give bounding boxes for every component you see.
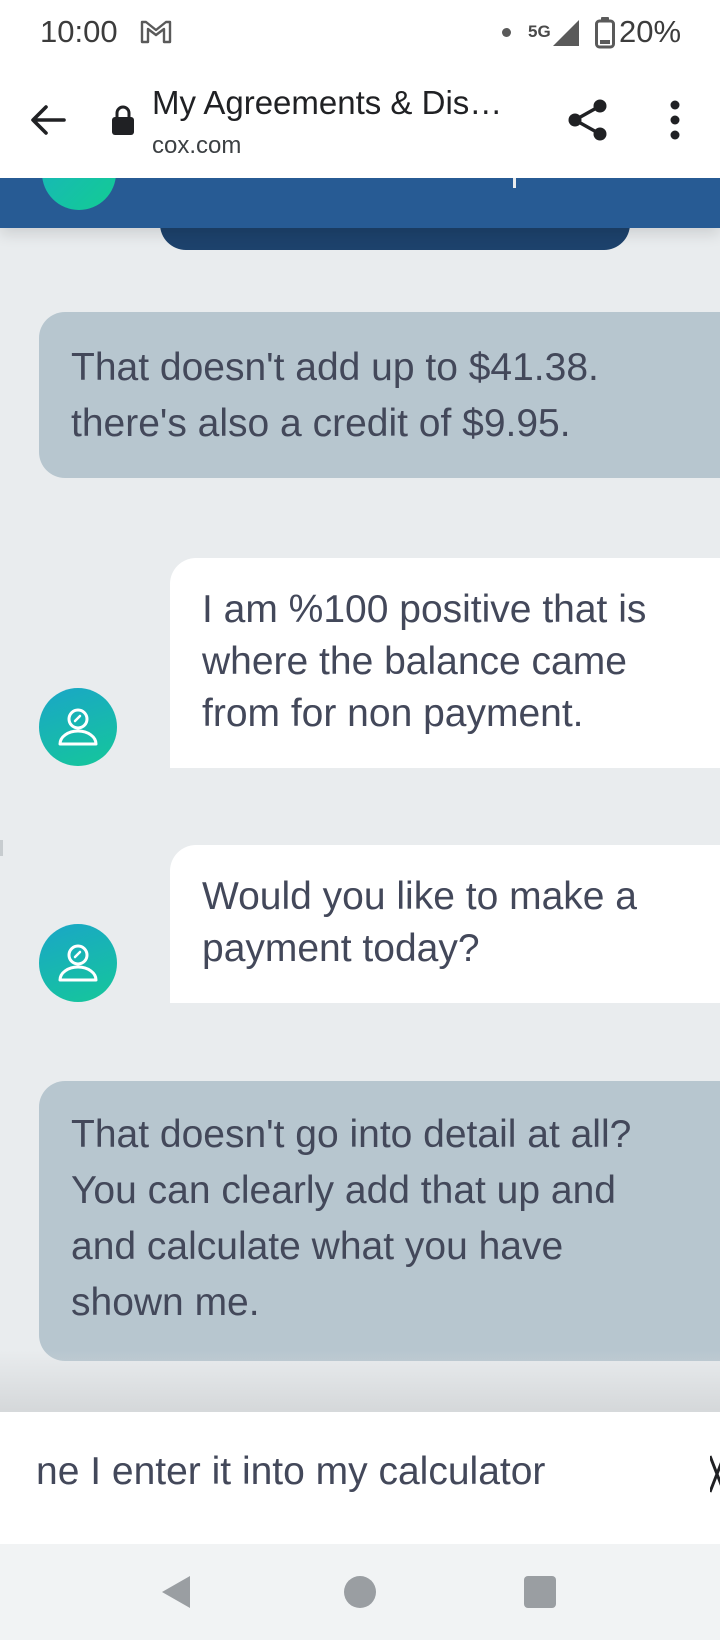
message-input-bar[interactable]: ne I enter it into my calculator bbox=[0, 1410, 720, 1547]
battery-percent: 20% bbox=[619, 14, 682, 49]
chat-area[interactable]: That doesn't add up to $41.38. there's a… bbox=[0, 178, 720, 1410]
lock-icon[interactable] bbox=[110, 104, 136, 136]
header-divider bbox=[513, 178, 516, 188]
browser-toolbar: My Agreements & Dis… cox.com bbox=[0, 66, 720, 179]
clear-icon[interactable] bbox=[710, 1452, 720, 1496]
agent-message: I am %100 positive that is where the bal… bbox=[170, 558, 720, 768]
system-nav-bar bbox=[0, 1544, 720, 1640]
message-input-value: ne I enter it into my calculator bbox=[36, 1450, 546, 1493]
status-time: 10:00 bbox=[40, 14, 118, 49]
status-bar: 10:00 5G 20% bbox=[0, 0, 720, 66]
message-input[interactable]: ne I enter it into my calculator bbox=[36, 1450, 686, 1494]
agent-avatar-icon bbox=[39, 688, 117, 766]
battery-icon bbox=[595, 17, 615, 49]
chat-fade bbox=[0, 1350, 720, 1410]
back-arrow-icon[interactable] bbox=[28, 100, 68, 140]
edge-marker bbox=[0, 840, 3, 856]
user-message: That doesn't add up to $41.38. there's a… bbox=[39, 312, 720, 478]
nav-back-icon[interactable] bbox=[160, 1574, 192, 1610]
signal-icon bbox=[553, 20, 579, 46]
agent-avatar-icon bbox=[39, 924, 117, 1002]
dot-icon bbox=[502, 28, 511, 37]
page-title[interactable]: My Agreements & Dis… bbox=[152, 84, 532, 122]
chat-header bbox=[0, 178, 720, 228]
share-icon[interactable] bbox=[566, 98, 610, 142]
user-message: That doesn't go into detail at all? You … bbox=[39, 1081, 720, 1361]
agent-message: Would you like to make a payment today? bbox=[170, 845, 720, 1003]
more-vert-icon[interactable] bbox=[660, 98, 690, 142]
nav-home-icon[interactable] bbox=[344, 1576, 376, 1608]
screen: 10:00 5G 20% My Agreements & Dis… cox.co… bbox=[0, 0, 720, 1640]
gmail-icon bbox=[140, 20, 172, 44]
page-url[interactable]: cox.com bbox=[152, 132, 241, 160]
network-type: 5G bbox=[528, 22, 551, 41]
nav-recents-icon[interactable] bbox=[524, 1576, 556, 1608]
